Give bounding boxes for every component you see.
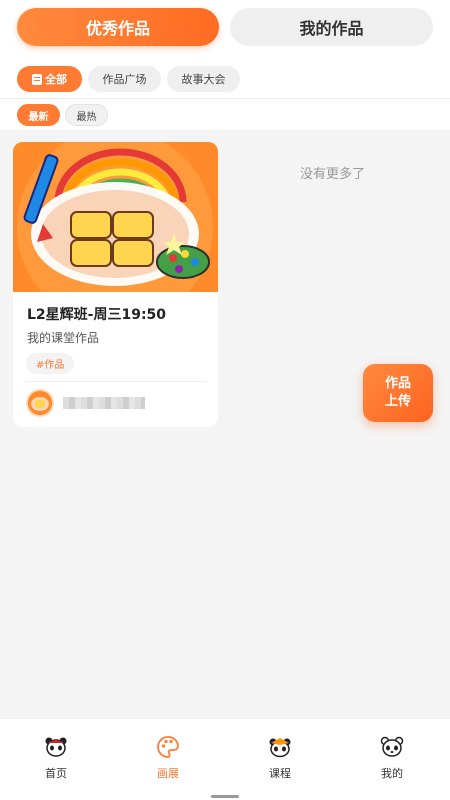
tabbar-item-course[interactable]: 课程 [224,719,336,789]
panda-home-icon [44,735,68,759]
tabbar-item-gallery[interactable]: 画展 [112,719,224,789]
sort-newest-chip[interactable]: 最新 [17,104,60,126]
top-filter-area: 优秀作品 我的作品 全部 作品广场 故事大会 最新 最热 [0,0,450,130]
category-all-label: 全部 [45,73,67,86]
tab-my-works[interactable]: 我的作品 [230,8,433,46]
work-cover-image [13,142,218,292]
tabbar-label-home: 首页 [45,767,67,780]
work-description: 我的课堂作品 [27,331,100,345]
work-card[interactable]: L2星辉班-周三19:50 我的课堂作品 #作品 [13,142,218,427]
list-icon [32,73,42,85]
category-story-chip[interactable]: 故事大会 [167,66,240,92]
tab-excellent-works[interactable]: 优秀作品 [17,8,219,46]
tabbar-label-gallery: 画展 [157,767,179,780]
work-title: L2星辉班-周三19:50 [27,307,167,323]
upload-label-line1: 作品 [384,376,411,391]
main-tabs: 优秀作品 我的作品 [17,8,433,46]
card-divider [26,381,206,382]
tabbar-label-mine: 我的 [381,767,403,780]
category-all-chip[interactable]: 全部 [17,66,82,92]
palette-icon [156,735,180,759]
panda-profile-icon [380,735,404,759]
category-square-chip[interactable]: 作品广场 [88,66,161,92]
tabbar-label-course: 课程 [269,767,291,780]
tabbar-item-mine[interactable]: 我的 [336,719,448,789]
divider [0,98,450,99]
author-avatar[interactable] [26,389,54,417]
tabbar-item-home[interactable]: 首页 [0,719,112,789]
bottom-tab-bar: 首页 画展 课程 我的 [0,718,450,800]
panda-course-icon [268,735,292,759]
home-indicator [211,795,239,798]
upload-label-line2: 上传 [384,394,411,409]
no-more-text: 没有更多了 [299,167,365,182]
work-tag[interactable]: #作品 [26,353,75,374]
upload-work-button[interactable]: 作品 上传 [363,364,433,422]
author-name-redacted [63,397,145,409]
sort-hottest-chip[interactable]: 最热 [65,104,108,126]
